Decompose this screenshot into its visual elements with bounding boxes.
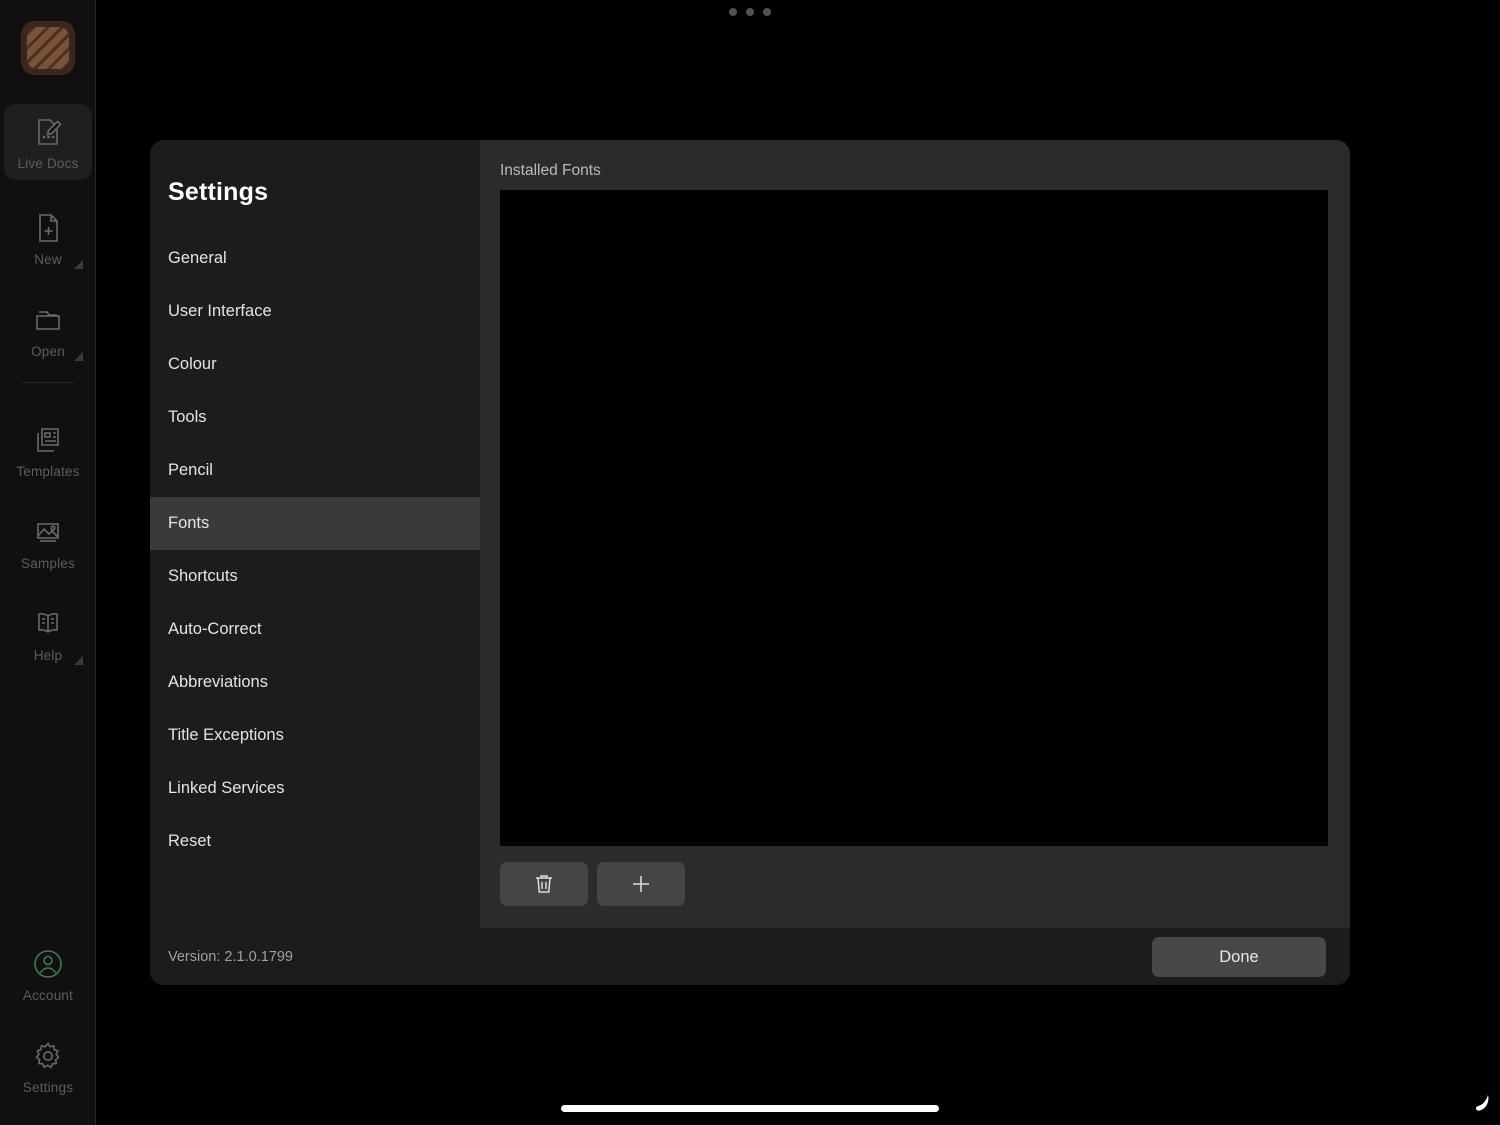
- document-plus-icon: [31, 211, 65, 245]
- home-indicator[interactable]: [561, 1105, 939, 1112]
- settings-nav-pane: Settings General User Interface Colour T…: [150, 140, 480, 928]
- sidebar-item-live-docs[interactable]: Live Docs: [4, 104, 92, 180]
- sidebar-item-label: Settings: [22, 1080, 74, 1095]
- sidebar-item-label: New: [34, 252, 62, 267]
- submenu-triangle-icon: [74, 351, 83, 361]
- window-menu-dots[interactable]: [0, 8, 1500, 16]
- installed-fonts-list[interactable]: [500, 190, 1328, 846]
- sidebar-item-samples[interactable]: Samples: [4, 504, 92, 580]
- settings-nav-list: General User Interface Colour Tools Penc…: [150, 232, 480, 868]
- nav-item-label: Abbreviations: [168, 673, 268, 691]
- sidebar-divider: [22, 382, 74, 383]
- sidebar-item-title-exceptions[interactable]: Title Exceptions: [150, 709, 480, 762]
- nav-item-label: User Interface: [168, 302, 272, 320]
- pen-cursor-icon: [1462, 1087, 1492, 1117]
- plus-icon: [629, 872, 653, 896]
- sidebar-item-user-interface[interactable]: User Interface: [150, 285, 480, 338]
- sidebar-item-label: Open: [31, 344, 65, 359]
- sidebar-item-settings[interactable]: Settings: [4, 1028, 92, 1104]
- sidebar-item-label: Live Docs: [17, 156, 79, 171]
- submenu-triangle-icon: [74, 655, 83, 665]
- page-title: Settings: [168, 178, 269, 206]
- installed-fonts-label: Installed Fonts: [500, 162, 601, 179]
- nav-item-label: Colour: [168, 355, 217, 373]
- fonts-action-buttons: [500, 862, 685, 906]
- window-dot: [729, 8, 737, 16]
- sidebar-item-general[interactable]: General: [150, 232, 480, 285]
- add-font-button[interactable]: [597, 862, 685, 906]
- sidebar-item-tools[interactable]: Tools: [150, 391, 480, 444]
- done-button[interactable]: Done: [1152, 937, 1326, 977]
- sidebar-item-abbreviations[interactable]: Abbreviations: [150, 656, 480, 709]
- settings-dialog: Settings General User Interface Colour T…: [150, 140, 1350, 985]
- nav-item-label: Title Exceptions: [168, 726, 284, 744]
- submenu-triangle-icon: [74, 259, 83, 269]
- sidebar-item-label: Templates: [16, 464, 80, 479]
- trash-icon: [533, 872, 555, 896]
- sidebar-item-account[interactable]: Account: [4, 936, 92, 1012]
- sidebar-item-linked-services[interactable]: Linked Services: [150, 762, 480, 815]
- sidebar-item-shortcuts[interactable]: Shortcuts: [150, 550, 480, 603]
- sidebar-item-pencil[interactable]: Pencil: [150, 444, 480, 497]
- nav-item-label: Fonts: [168, 514, 210, 532]
- templates-icon: [31, 423, 65, 457]
- sidebar-item-label: Samples: [21, 556, 75, 571]
- sidebar-item-open[interactable]: Open: [4, 292, 92, 368]
- sidebar-item-templates[interactable]: Templates: [4, 412, 92, 488]
- app-logo-glyph: [27, 27, 69, 69]
- gear-icon: [31, 1039, 65, 1073]
- app-logo[interactable]: [21, 21, 75, 75]
- delete-font-button[interactable]: [500, 862, 588, 906]
- image-icon: [31, 515, 65, 549]
- window-dot: [763, 8, 771, 16]
- account-icon: [31, 947, 65, 981]
- version-label: Version: 2.1.0.1799: [168, 948, 293, 965]
- document-pencil-icon: [31, 115, 65, 149]
- sidebar-item-label: Help: [33, 648, 63, 663]
- fonts-settings-pane: Installed Fonts: [480, 140, 1350, 928]
- folder-icon: [31, 303, 65, 337]
- screen-root: Live Docs New Open Templates Samples Hel…: [0, 0, 1500, 1125]
- nav-item-label: General: [168, 249, 227, 267]
- sidebar-item-colour[interactable]: Colour: [150, 338, 480, 391]
- sidebar-item-label: Account: [22, 988, 74, 1003]
- sidebar-item-reset[interactable]: Reset: [150, 815, 480, 868]
- sidebar-item-new[interactable]: New: [4, 200, 92, 276]
- settings-footer: Version: 2.1.0.1799 Done: [150, 928, 1350, 985]
- sidebar-item-help[interactable]: Help: [4, 596, 92, 672]
- book-icon: [31, 607, 65, 641]
- app-sidebar: Live Docs New Open Templates Samples Hel…: [0, 0, 96, 1125]
- nav-item-label: Pencil: [168, 461, 213, 479]
- nav-item-label: Tools: [168, 408, 207, 426]
- nav-item-label: Reset: [168, 832, 212, 850]
- nav-item-label: Linked Services: [168, 779, 285, 797]
- nav-item-label: Shortcuts: [168, 567, 238, 585]
- sidebar-item-fonts[interactable]: Fonts: [150, 497, 480, 550]
- window-dot: [746, 8, 754, 16]
- sidebar-item-auto-correct[interactable]: Auto-Correct: [150, 603, 480, 656]
- nav-item-label: Auto-Correct: [168, 620, 262, 638]
